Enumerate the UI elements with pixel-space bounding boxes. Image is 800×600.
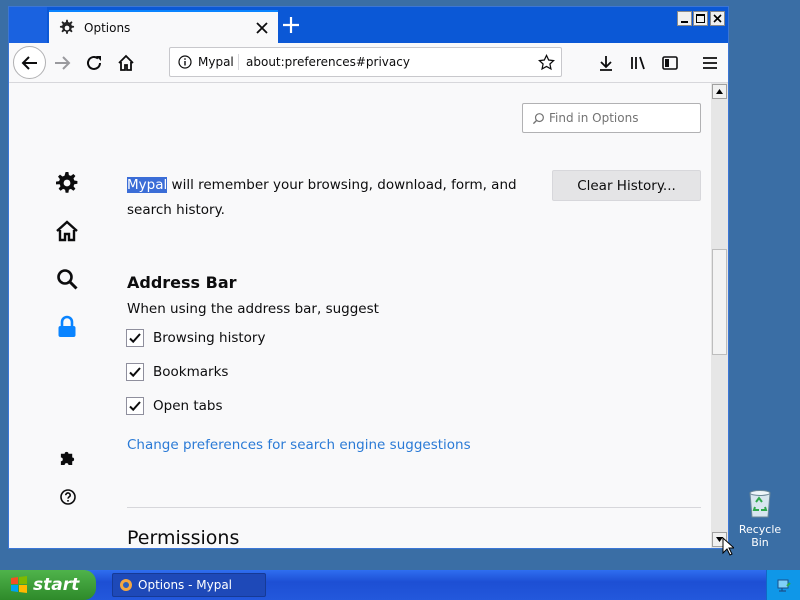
checkmark-icon — [129, 367, 141, 378]
library-icon — [631, 56, 645, 70]
history-description-rest: will remember your browsing, download, f… — [127, 177, 517, 218]
close-window-button[interactable] — [710, 11, 725, 26]
home-button[interactable] — [113, 50, 139, 76]
url-site-label: Mypal — [198, 55, 234, 69]
home-icon — [118, 54, 134, 71]
scroll-up-button[interactable] — [712, 84, 727, 99]
checkmark-icon — [129, 333, 141, 344]
forward-arrow-icon — [55, 56, 71, 70]
option-bookmarks[interactable]: Bookmarks — [126, 363, 228, 381]
download-icon — [600, 56, 612, 71]
checkmark-icon — [129, 401, 141, 412]
privacy-lock-icon[interactable] — [55, 315, 79, 339]
info-icon[interactable] — [178, 55, 192, 69]
search-icon[interactable] — [55, 267, 79, 291]
url-separator — [238, 54, 239, 70]
history-description: Mypal will remember your browsing, downl… — [127, 173, 537, 223]
extensions-puzzle-icon[interactable] — [59, 449, 76, 466]
arrow-up-icon — [716, 89, 723, 94]
maximize-icon — [696, 14, 705, 23]
search-icon — [532, 113, 544, 125]
reload-icon — [87, 55, 101, 70]
open-tabs-checkbox[interactable] — [126, 397, 144, 415]
vertical-scrollbar[interactable] — [711, 83, 728, 548]
permissions-heading: Permissions — [127, 527, 240, 548]
start-button[interactable]: start — [0, 570, 96, 600]
recycle-bin-label: Recycle Bin — [738, 523, 782, 549]
browsing-history-checkbox[interactable] — [126, 329, 144, 347]
preferences-content: Find in Options Mypal will remember your… — [9, 83, 711, 548]
mypal-app-icon — [120, 579, 132, 591]
address-bar-heading: Address Bar — [127, 273, 237, 292]
clear-history-button[interactable]: Clear History... — [552, 170, 701, 201]
scrollbar-thumb[interactable] — [712, 249, 727, 355]
nav-toolbar: Mypal about:preferences#privacy — [9, 43, 728, 83]
back-button[interactable] — [13, 46, 46, 79]
bookmarks-label: Bookmarks — [153, 364, 229, 380]
sidebar-toggle-button[interactable] — [657, 50, 683, 76]
maximize-button[interactable] — [693, 11, 708, 26]
taskbar: start Options - Mypal — [0, 570, 800, 600]
option-open-tabs[interactable]: Open tabs — [126, 397, 223, 415]
url-bar[interactable]: Mypal about:preferences#privacy — [169, 47, 562, 77]
taskbar-mypal-button[interactable]: Options - Mypal — [112, 573, 266, 597]
downloads-button[interactable] — [593, 50, 619, 76]
menu-button[interactable] — [697, 50, 723, 76]
reload-button[interactable] — [81, 50, 107, 76]
selected-brand-text: Mypal — [127, 177, 168, 193]
minimize-icon — [681, 21, 688, 23]
tab-options[interactable]: Options — [49, 10, 278, 43]
general-gear-icon[interactable] — [55, 171, 79, 195]
bookmarks-checkbox[interactable] — [126, 363, 144, 381]
option-browsing-history[interactable]: Browsing history — [126, 329, 265, 347]
open-tabs-label: Open tabs — [153, 398, 223, 414]
window-corner — [9, 7, 47, 43]
sidebar-icon — [662, 56, 678, 70]
section-divider — [127, 507, 701, 508]
new-tab-icon[interactable] — [281, 15, 301, 35]
close-icon — [713, 14, 722, 23]
browser-window: Options Mypal about:preferences#privacy … — [8, 6, 729, 549]
close-tab-icon[interactable] — [255, 21, 269, 35]
hamburger-menu-icon — [703, 57, 717, 69]
recycle-bin-icon — [749, 490, 771, 518]
start-label: start — [33, 575, 80, 595]
mouse-cursor-icon — [722, 537, 734, 556]
gear-icon — [59, 19, 75, 34]
search-suggestions-link[interactable]: Change preferences for search engine sug… — [127, 437, 471, 453]
url-text[interactable]: about:preferences#privacy — [246, 55, 410, 69]
address-bar-subtext: When using the address bar, suggest — [127, 301, 379, 317]
forward-button[interactable] — [49, 50, 75, 76]
back-arrow-icon — [21, 55, 37, 70]
library-button[interactable] — [625, 50, 651, 76]
network-status-icon[interactable] — [776, 577, 792, 593]
bookmark-star-icon[interactable] — [538, 54, 555, 71]
minimize-button[interactable] — [677, 11, 692, 26]
find-placeholder: Find in Options — [549, 111, 639, 125]
tab-bar: Options — [9, 7, 728, 43]
browsing-history-label: Browsing history — [153, 330, 266, 346]
recycle-bin[interactable]: Recycle Bin — [730, 487, 790, 549]
help-icon[interactable] — [60, 489, 76, 505]
tab-title: Options — [84, 20, 131, 35]
windows-logo-icon — [11, 576, 27, 593]
taskbar-button-label: Options - Mypal — [138, 578, 233, 592]
system-tray — [766, 570, 800, 600]
home-icon[interactable] — [55, 219, 79, 243]
find-in-options-input[interactable]: Find in Options — [522, 103, 701, 133]
